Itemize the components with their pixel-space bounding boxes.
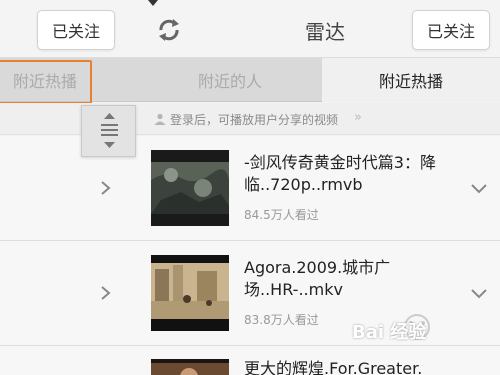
chevron-right-icon[interactable]	[98, 180, 114, 196]
view-count: 84.5万人看过	[244, 208, 319, 222]
list-item[interactable]: -剑风传奇黄金时代篇3：降临..720p..rmvb 84.5万人看过	[0, 136, 500, 241]
video-title[interactable]: -剑风传奇黄金时代篇3：降临..720p..rmvb	[244, 152, 464, 196]
login-notice[interactable]: 登录后，可播放用户分享的视频 »	[0, 103, 500, 135]
page-title: 雷达	[305, 20, 345, 44]
followed-button-left[interactable]: 已关注	[37, 10, 115, 50]
login-notice-text: 登录后，可播放用户分享的视频	[170, 113, 339, 127]
video-thumbnail[interactable]	[151, 359, 229, 375]
view-count: 83.8万人看过	[244, 313, 319, 327]
video-title[interactable]: Agora.2009.城市广场..HR-..mkv	[244, 257, 464, 301]
tab-nearby-people[interactable]: 附近的人	[160, 58, 300, 102]
chevron-right-icon[interactable]	[98, 285, 114, 301]
chevron-down-icon[interactable]	[470, 182, 488, 196]
scroll-handle[interactable]	[81, 105, 136, 157]
chevron-down-icon[interactable]	[470, 287, 488, 301]
followed-button-right[interactable]: 已关注	[412, 10, 490, 50]
refresh-icon[interactable]	[155, 16, 183, 44]
top-bar: 已关注 雷达 已关注	[0, 0, 500, 58]
video-thumbnail[interactable]	[151, 255, 229, 331]
double-chevron-right-icon: »	[354, 110, 362, 125]
notch-indicator	[148, 0, 158, 6]
user-icon	[154, 113, 166, 125]
watermark-text: Bai 经验	[352, 322, 427, 343]
video-title[interactable]: 更大的辉煌.For.Greater.	[244, 358, 464, 375]
highlight-box	[0, 60, 92, 104]
video-thumbnail[interactable]	[151, 150, 229, 226]
list-handle-icon	[101, 113, 118, 148]
tab-nearby-hot[interactable]: 附近热播	[322, 58, 500, 102]
